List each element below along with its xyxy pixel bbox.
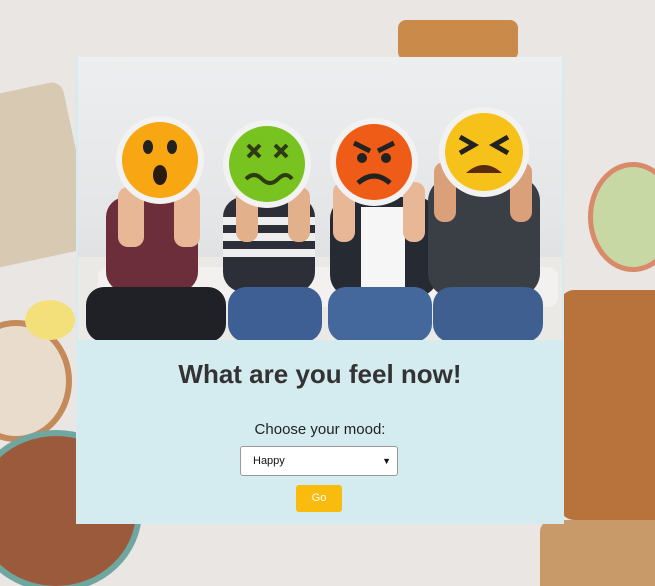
food-plate-right-bottom [560,290,655,520]
page-title: What are you feel now! [178,359,462,389]
chevron-down-icon: ▼ [382,456,391,466]
person-2 [223,187,322,340]
mood-label: Choose your mood: [254,421,386,438]
mood-select[interactable]: Happy ▼ [240,446,398,476]
go-button[interactable]: Go [296,485,342,512]
food-bowl-right-middle [588,162,655,272]
surprised-emoji-sign [116,116,204,204]
mood-photo [78,57,562,340]
person-3 [328,182,438,340]
lemon-slice [25,300,75,340]
food-plate-right-top [398,20,518,60]
angry-emoji-sign [330,118,418,206]
mood-select-value: Happy [253,455,285,467]
food-board-right-bottom [540,520,655,586]
sick-emoji-sign [223,120,311,208]
mood-card: What are you feel now! Choose your mood:… [76,57,564,524]
frustrated-emoji-sign [439,107,529,197]
people-with-emoji-faces-image [78,107,562,340]
food-bowl-left-middle [0,320,72,442]
